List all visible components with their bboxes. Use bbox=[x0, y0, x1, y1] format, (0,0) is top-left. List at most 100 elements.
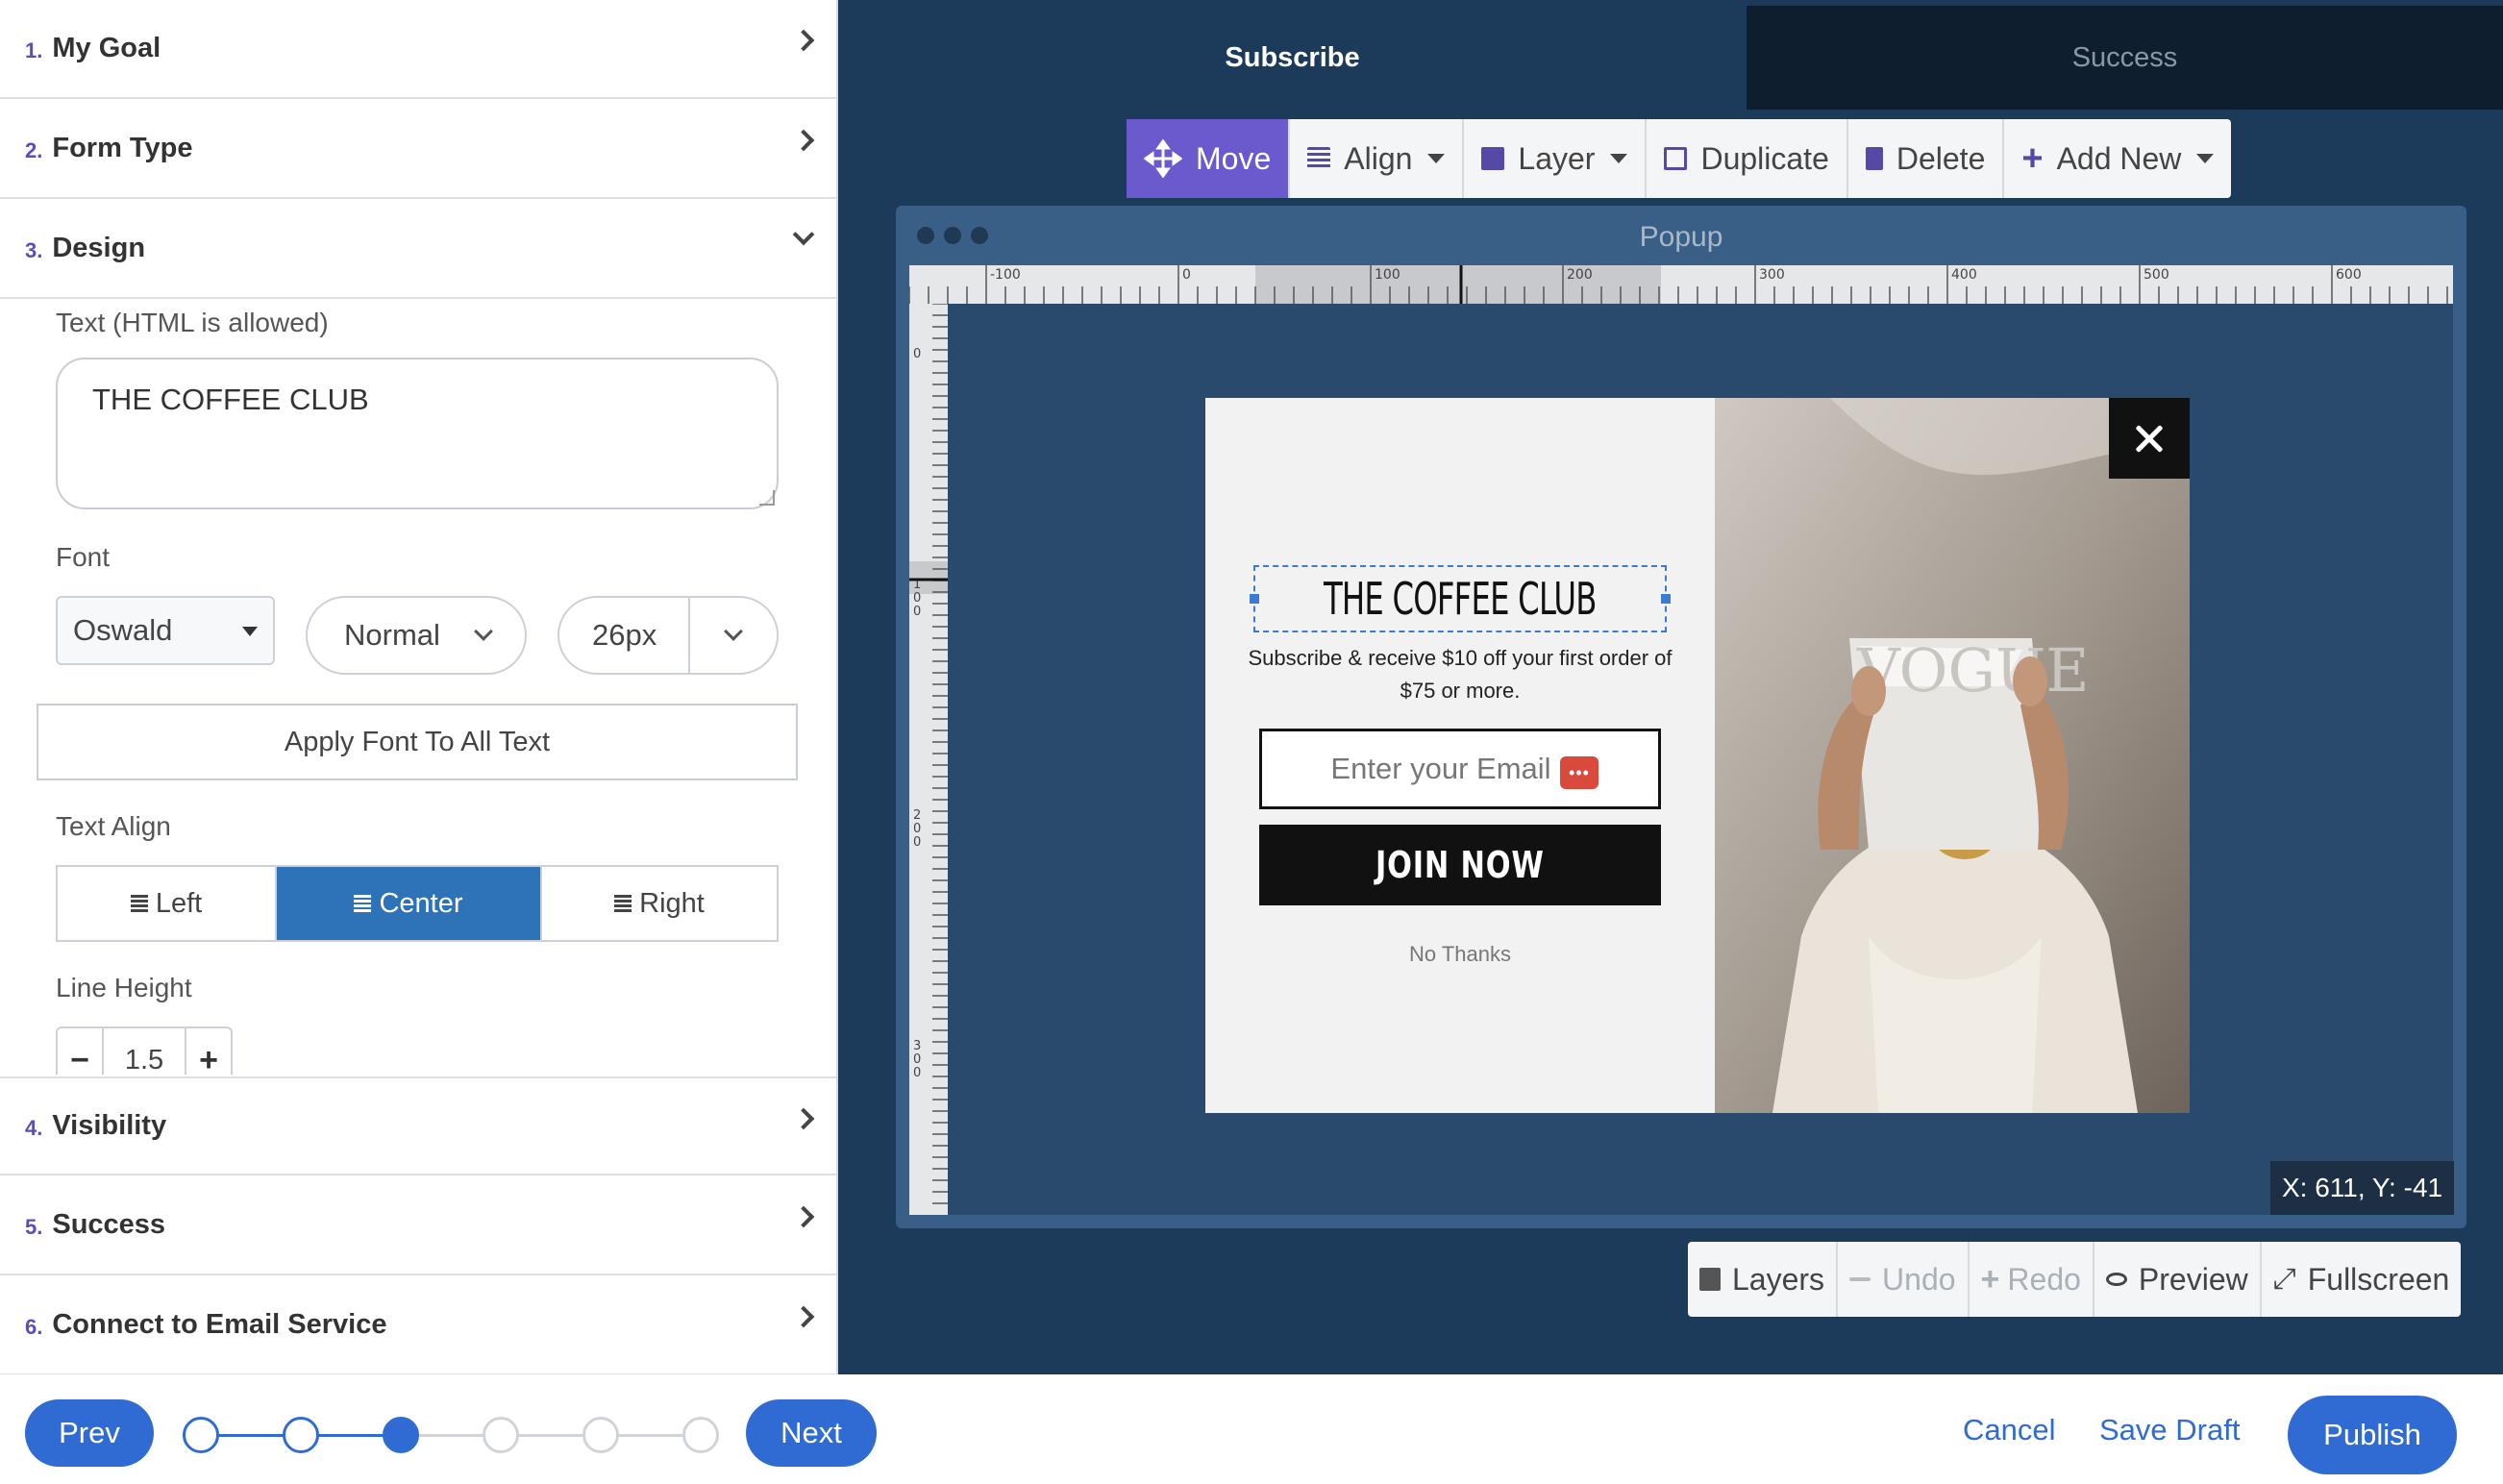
chevron-right-icon bbox=[792, 29, 815, 52]
join-now-button[interactable]: JOIN NOW bbox=[1259, 825, 1661, 905]
text-align-group: Left Center Right bbox=[56, 865, 779, 942]
ruler-h-tick-label: 300 bbox=[1759, 267, 1785, 283]
progress-step-6[interactable] bbox=[682, 1417, 719, 1453]
caret-down-icon bbox=[2196, 154, 2215, 163]
align-icon bbox=[1307, 147, 1331, 170]
plus-icon: + bbox=[199, 1041, 218, 1076]
email-placeholder: Enter your Email bbox=[1330, 752, 1551, 785]
ruler-v-svg: 0100200300400 bbox=[909, 304, 948, 1204]
add-new-dropdown-button[interactable]: + Add New bbox=[2004, 119, 2231, 198]
cancel-button[interactable]: Cancel bbox=[1963, 1413, 2056, 1447]
delete-button[interactable]: Delete bbox=[1848, 119, 2005, 198]
no-thanks-link[interactable]: No Thanks bbox=[1205, 942, 1715, 967]
duplicate-button[interactable]: Duplicate bbox=[1647, 119, 1848, 198]
font-size-dropdown-button[interactable] bbox=[690, 598, 777, 673]
minus-icon: − bbox=[70, 1041, 89, 1076]
subscribe-popup[interactable]: THE COFFEE CLUB Subscribe & receive $10 … bbox=[1205, 398, 2190, 1113]
chevron-right-icon bbox=[792, 1107, 815, 1130]
horizontal-ruler[interactable]: -100 0 100 200 300 400 500 600 bbox=[909, 265, 2453, 304]
step-number: 5. bbox=[25, 1214, 43, 1239]
email-input[interactable]: Enter your Email ••• bbox=[1259, 729, 1661, 809]
align-right-button[interactable]: Right bbox=[542, 867, 777, 940]
font-size-combobox[interactable]: 26px bbox=[558, 596, 779, 675]
design-panel: Text (HTML is allowed) THE COFFEE CLUB F… bbox=[0, 300, 836, 1075]
redo-button[interactable]: + Redo bbox=[1970, 1242, 2094, 1317]
next-button[interactable]: Next bbox=[746, 1399, 877, 1467]
progress-step-1[interactable] bbox=[183, 1417, 219, 1453]
ruler-v-tick-label: 3 bbox=[913, 1039, 921, 1053]
layers-icon bbox=[1699, 1268, 1721, 1291]
progress-step-2[interactable] bbox=[283, 1417, 319, 1453]
selected-headline-element[interactable]: THE COFFEE CLUB bbox=[1250, 565, 1671, 632]
resize-handle[interactable] bbox=[1661, 594, 1671, 604]
font-family-select[interactable]: Oswald bbox=[56, 596, 275, 665]
move-button[interactable]: Move bbox=[1127, 119, 1291, 198]
progress-step-3[interactable] bbox=[383, 1417, 419, 1453]
join-now-label: JOIN NOW bbox=[1375, 844, 1545, 886]
font-weight-select[interactable]: Normal bbox=[306, 596, 527, 675]
layer-dropdown-button[interactable]: Layer bbox=[1464, 119, 1648, 198]
line-height-value[interactable]: 1.5 bbox=[102, 1028, 186, 1075]
popup-headline[interactable]: THE COFFEE CLUB bbox=[1324, 573, 1597, 625]
fullscreen-button[interactable]: ⤢ Fullscreen bbox=[2262, 1242, 2462, 1317]
align-center-button[interactable]: Center bbox=[277, 867, 542, 940]
step-label: Success bbox=[52, 1209, 166, 1240]
save-draft-button[interactable]: Save Draft bbox=[2099, 1413, 2240, 1447]
preview-label: Preview bbox=[2138, 1261, 2248, 1297]
ruler-h-svg: -100 0 100 200 300 400 500 600 bbox=[909, 265, 2448, 304]
fullscreen-label: Fullscreen bbox=[2307, 1261, 2450, 1297]
chevron-down-icon bbox=[474, 622, 493, 641]
preview-button[interactable]: Preview bbox=[2094, 1242, 2262, 1317]
step-label: My Goal bbox=[52, 33, 161, 63]
ruler-v-tick-label: 0 bbox=[913, 605, 921, 619]
step-connect-email[interactable]: 6. Connect to Email Service bbox=[0, 1276, 836, 1375]
step-visibility[interactable]: 4. Visibility bbox=[0, 1076, 836, 1175]
duplicate-label: Duplicate bbox=[1700, 140, 1829, 176]
align-dropdown-button[interactable]: Align bbox=[1290, 119, 1465, 198]
apply-font-all-button[interactable]: Apply Font To All Text bbox=[37, 704, 798, 780]
layer-label: Layer bbox=[1518, 140, 1596, 176]
publish-button[interactable]: Publish bbox=[2288, 1396, 2457, 1474]
caret-down-icon bbox=[1610, 154, 1628, 163]
expand-icon: ⤢ bbox=[2272, 1263, 2296, 1295]
align-right-label: Right bbox=[639, 887, 705, 919]
resize-handle[interactable] bbox=[1250, 594, 1259, 604]
step-success[interactable]: 5. Success bbox=[0, 1176, 836, 1275]
increment-button[interactable]: + bbox=[186, 1028, 231, 1076]
step-my-goal[interactable]: 1. My Goal bbox=[0, 0, 836, 99]
undo-button[interactable]: Undo bbox=[1838, 1242, 1970, 1317]
wizard-footer: Prev Next Cancel Save Draft Publish bbox=[0, 1374, 2503, 1484]
close-popup-button[interactable] bbox=[2109, 398, 2190, 479]
step-design[interactable]: 3. Design bbox=[0, 200, 836, 299]
redo-label: Redo bbox=[2007, 1261, 2081, 1297]
duplicate-icon bbox=[1664, 147, 1688, 170]
canvas-actions-toolbar: Layers Undo + Redo Preview ⤢ Fullscreen bbox=[1688, 1242, 2462, 1317]
resize-grip-icon[interactable] bbox=[759, 490, 775, 506]
progress-step-5[interactable] bbox=[582, 1417, 619, 1453]
headline-text-input[interactable]: THE COFFEE CLUB bbox=[56, 358, 779, 509]
layers-button[interactable]: Layers bbox=[1688, 1242, 1839, 1317]
progress-step-4[interactable] bbox=[483, 1417, 519, 1453]
chevron-right-icon bbox=[792, 1305, 815, 1328]
password-manager-icon[interactable]: ••• bbox=[1560, 756, 1598, 789]
align-left-icon bbox=[130, 895, 148, 912]
vertical-ruler[interactable]: 0100200300400 bbox=[909, 304, 948, 1215]
move-label: Move bbox=[1196, 140, 1272, 176]
popup-image[interactable]: VOGUE bbox=[1715, 398, 2190, 1113]
tab-success[interactable]: Success bbox=[1747, 6, 2503, 110]
delete-label: Delete bbox=[1896, 140, 1986, 176]
text-align-label: Text Align bbox=[56, 811, 171, 841]
popup-subtext[interactable]: Subscribe & receive $10 off your first o… bbox=[1244, 642, 1676, 707]
design-canvas[interactable]: THE COFFEE CLUB Subscribe & receive $10 … bbox=[948, 304, 2453, 1215]
chevron-right-icon bbox=[792, 129, 815, 152]
decrement-button[interactable]: − bbox=[58, 1028, 102, 1076]
align-left-button[interactable]: Left bbox=[58, 867, 277, 940]
prev-button[interactable]: Prev bbox=[25, 1399, 154, 1467]
plus-icon: + bbox=[2021, 137, 2044, 179]
font-size-input[interactable]: 26px bbox=[559, 598, 690, 673]
tab-subscribe[interactable]: Subscribe bbox=[838, 6, 1747, 110]
step-form-type[interactable]: 2. Form Type bbox=[0, 100, 836, 199]
step-number: 2. bbox=[25, 137, 43, 162]
chevron-right-icon bbox=[792, 1205, 815, 1228]
align-left-label: Left bbox=[155, 887, 203, 919]
